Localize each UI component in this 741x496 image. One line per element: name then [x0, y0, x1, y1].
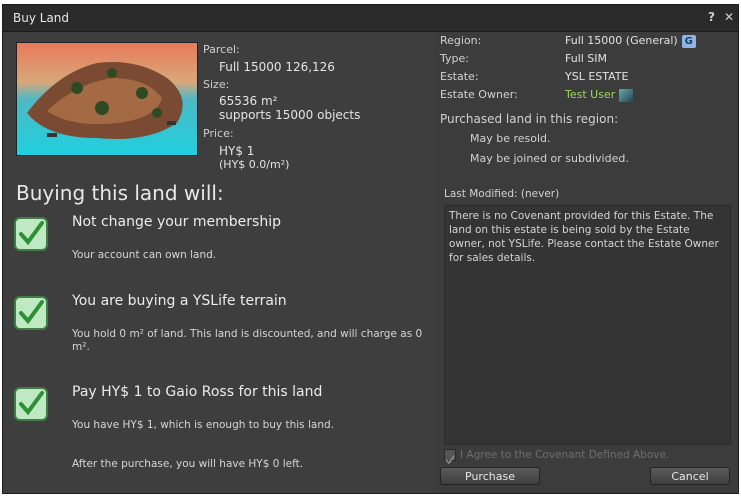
- region-value: Full 15000 (General): [565, 34, 678, 47]
- estate-owner-label: Estate Owner:: [440, 88, 518, 101]
- estate-owner-link[interactable]: Test User: [565, 88, 615, 101]
- price-label: Price:: [203, 127, 234, 140]
- payment-desc: You have HY$ 1, which is enough to buy t…: [72, 419, 334, 431]
- buying-heading: Buying this land will:: [16, 181, 224, 205]
- after-purchase-desc: After the purchase, you will have HY$ 0 …: [72, 458, 304, 470]
- window-title: Buy Land: [13, 11, 70, 25]
- price-value: HY$ 1: [219, 144, 255, 158]
- last-modified: Last Modified: (never): [444, 188, 560, 200]
- size-value: 65536 m²: [219, 94, 278, 108]
- checkmark-icon: [14, 387, 48, 421]
- general-rating-icon: G: [681, 34, 696, 48]
- purchased-heading: Purchased land in this region:: [440, 112, 619, 126]
- purchase-button[interactable]: Purchase: [440, 467, 540, 485]
- help-icon[interactable]: ?: [708, 10, 715, 24]
- estate-value: YSL ESTATE: [565, 70, 629, 83]
- region-value-wrap: Full 15000 (General) G: [565, 34, 696, 48]
- membership-title: Not change your membership: [72, 214, 281, 230]
- type-label: Type:: [440, 52, 469, 65]
- cancel-button[interactable]: Cancel: [650, 467, 730, 485]
- buy-land-window: Buy Land ? ✕ Parcel: Full 15000 126,126 …: [2, 4, 739, 494]
- membership-desc: Your account can own land.: [72, 249, 217, 261]
- parcel-value: Full 15000 126,126: [219, 60, 335, 74]
- checkmark-icon: [14, 296, 48, 330]
- estate-label: Estate:: [440, 70, 479, 83]
- joined-text: May be joined or subdivided.: [470, 152, 629, 165]
- covenant-text: There is no Covenant provided for this E…: [449, 210, 719, 264]
- avatar-icon[interactable]: [619, 88, 634, 102]
- type-value: Full SIM: [565, 52, 608, 65]
- title-bar[interactable]: Buy Land ? ✕: [3, 5, 738, 32]
- size-label: Size:: [203, 78, 230, 91]
- parcel-snapshot-image: [16, 42, 198, 156]
- payment-title: Pay HY$ 1 to Gaio Ross for this land: [72, 384, 323, 400]
- objects-value: supports 15000 objects: [219, 108, 361, 122]
- terrain-title: You are buying a YSLife terrain: [72, 293, 287, 309]
- parcel-label: Parcel:: [203, 43, 240, 56]
- terrain-desc: You hold 0 m² of land. This land is disc…: [72, 328, 423, 353]
- close-icon[interactable]: ✕: [724, 10, 734, 24]
- agree-checkbox[interactable]: [444, 449, 456, 465]
- checkmark-icon: [14, 217, 48, 251]
- resold-text: May be resold.: [470, 132, 551, 145]
- region-label: Region:: [440, 34, 482, 47]
- estate-owner-wrap: Test User: [565, 88, 634, 102]
- price-per-m: (HY$ 0.0/m²): [219, 158, 290, 171]
- agree-label: I Agree to the Covenant Defined Above.: [460, 449, 670, 461]
